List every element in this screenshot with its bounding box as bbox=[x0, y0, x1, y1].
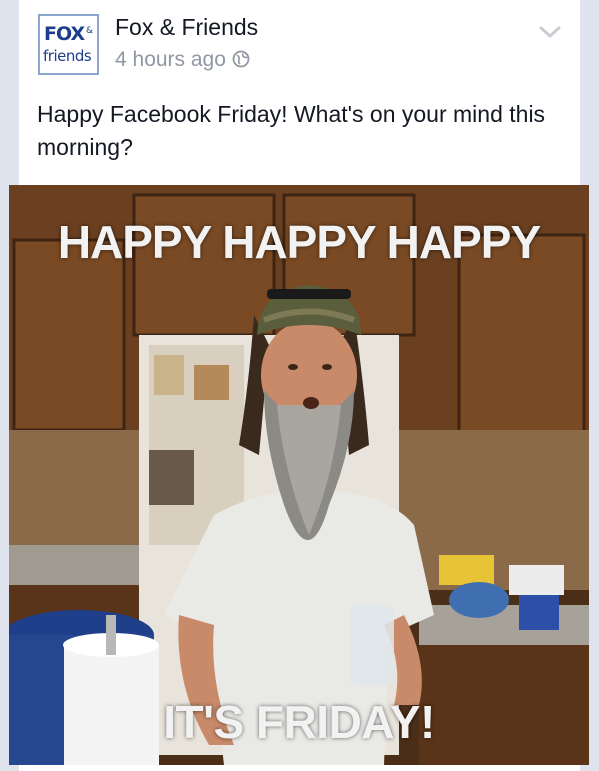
page-avatar[interactable]: FOX & friends bbox=[38, 14, 99, 75]
news-feed-post: FOX & friends Fox & Friends 4 hours ago … bbox=[9, 0, 589, 771]
chevron-down-icon[interactable] bbox=[538, 24, 562, 40]
photo-caption-bottom: IT'S FRIDAY! bbox=[163, 696, 435, 748]
post-header: FOX & friends Fox & Friends 4 hours ago bbox=[19, 0, 580, 90]
post-photo[interactable]: HAPPY HAPPY HAPPY IT'S FRIDAY! bbox=[9, 185, 589, 765]
logo-fox-text: FOX bbox=[44, 23, 85, 45]
logo-ampersand: & bbox=[86, 26, 94, 36]
post-message: Happy Facebook Friday! What's on your mi… bbox=[37, 101, 546, 160]
photo-scene bbox=[9, 185, 589, 765]
post-meta: 4 hours ago bbox=[115, 48, 250, 74]
globe-icon bbox=[232, 50, 250, 74]
page-name-link[interactable]: Fox & Friends bbox=[115, 14, 258, 41]
photo-caption-top: HAPPY HAPPY HAPPY bbox=[57, 216, 541, 268]
post-timestamp[interactable]: 4 hours ago bbox=[115, 48, 226, 71]
logo-friends-text: friends bbox=[43, 47, 92, 65]
